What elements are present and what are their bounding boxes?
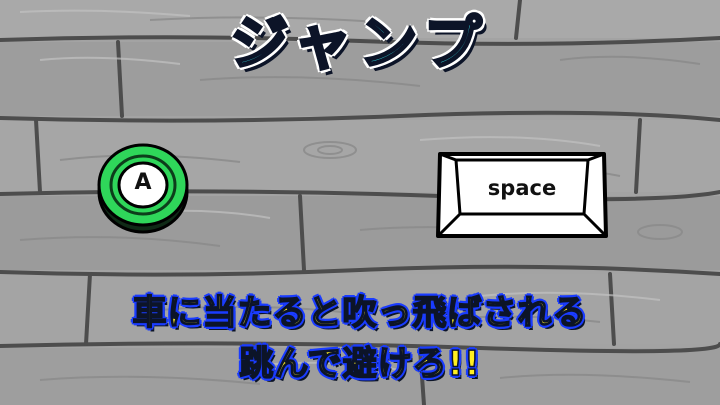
- space-key-icon: space: [434, 148, 610, 242]
- gamepad-a-button-icon: A: [96, 140, 190, 234]
- gamepad-a-button-label: A: [134, 169, 152, 195]
- title-jump: ジャンプ: [229, 8, 490, 79]
- instruction-line-2: 跳んで避けろ!!: [239, 343, 481, 385]
- space-key-label: space: [487, 176, 557, 200]
- instruction-line-1: 車に当たると吹っ飛ばされる: [132, 292, 588, 334]
